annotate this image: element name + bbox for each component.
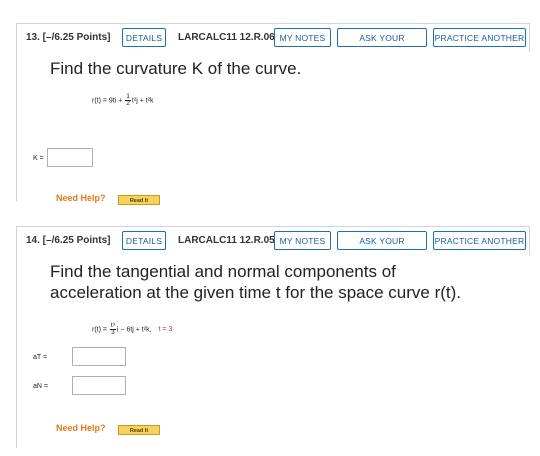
answer-input-an[interactable] xyxy=(72,376,126,395)
answer-label-at: aT = xyxy=(33,354,48,361)
answer-label-an: aN = xyxy=(33,383,48,390)
question-header: 14. [–/6.25 Points] DETAILS LARCALC11 12… xyxy=(16,226,530,265)
equation: r(t) = t³ 3 i − 6tj + t²k, t = 3 xyxy=(92,322,173,336)
my-notes-button[interactable]: MY NOTES xyxy=(274,28,331,47)
equation-fraction: t³ 3 xyxy=(109,322,116,336)
equation-lhs: r(t) = xyxy=(92,326,109,334)
read-it-button[interactable]: Read It xyxy=(118,195,160,205)
question-header: 13. [–/6.25 Points] DETAILS LARCALC11 12… xyxy=(16,23,530,62)
answer-input-k[interactable] xyxy=(47,148,93,167)
question-reference: LARCALC11 12.R.054. xyxy=(178,235,284,246)
fraction-denominator: 2 xyxy=(126,100,130,107)
question-body: Find the curvature K of the curve. r(t) … xyxy=(16,52,530,205)
question-13: 13. [–/6.25 Points] DETAILS LARCALC11 12… xyxy=(16,23,530,205)
need-help-label: Need Help? xyxy=(56,423,106,433)
details-button[interactable]: DETAILS xyxy=(122,28,166,47)
equation: r(t) = 9ti + 1 2 t²j + t²k xyxy=(92,93,154,107)
question-number: 14. [–/6.25 Points] xyxy=(26,235,111,246)
equation-lhs: r(t) = 9ti + xyxy=(92,97,125,105)
question-prompt-line-2: acceleration at the given time t for the… xyxy=(50,283,462,302)
ask-your-teacher-button[interactable]: ASK YOUR TEACHER xyxy=(337,28,427,62)
answer-input-at[interactable] xyxy=(72,347,126,366)
need-help-label: Need Help? xyxy=(56,193,106,203)
equation-fraction: 12 xyxy=(125,93,131,107)
practice-another-button[interactable]: PRACTICE ANOTHER xyxy=(433,28,526,47)
details-button[interactable]: DETAILS xyxy=(122,231,166,250)
ask-your-teacher-button[interactable]: ASK YOUR TEACHER xyxy=(337,231,427,265)
equation-rhs: t²j + t²k xyxy=(131,97,154,105)
fraction-denominator: 3 xyxy=(111,329,115,336)
read-it-button[interactable]: Read It xyxy=(118,425,160,435)
question-reference: LARCALC11 12.R.065. xyxy=(178,32,284,43)
equation-rhs: i − 6tj + t²k, xyxy=(116,326,152,334)
time-value: t = 3 xyxy=(158,326,173,334)
question-14: 14. [–/6.25 Points] DETAILS LARCALC11 12… xyxy=(16,226,530,448)
question-number: 13. [–/6.25 Points] xyxy=(26,32,111,43)
question-prompt-line-1: Find the tangential and normal component… xyxy=(50,262,396,281)
question-body: Find the tangential and normal component… xyxy=(16,255,530,448)
question-prompt: Find the curvature K of the curve. xyxy=(50,59,302,78)
my-notes-button[interactable]: MY NOTES xyxy=(274,231,331,250)
practice-another-button[interactable]: PRACTICE ANOTHER xyxy=(433,231,526,250)
answer-label-k: K = xyxy=(33,155,44,162)
